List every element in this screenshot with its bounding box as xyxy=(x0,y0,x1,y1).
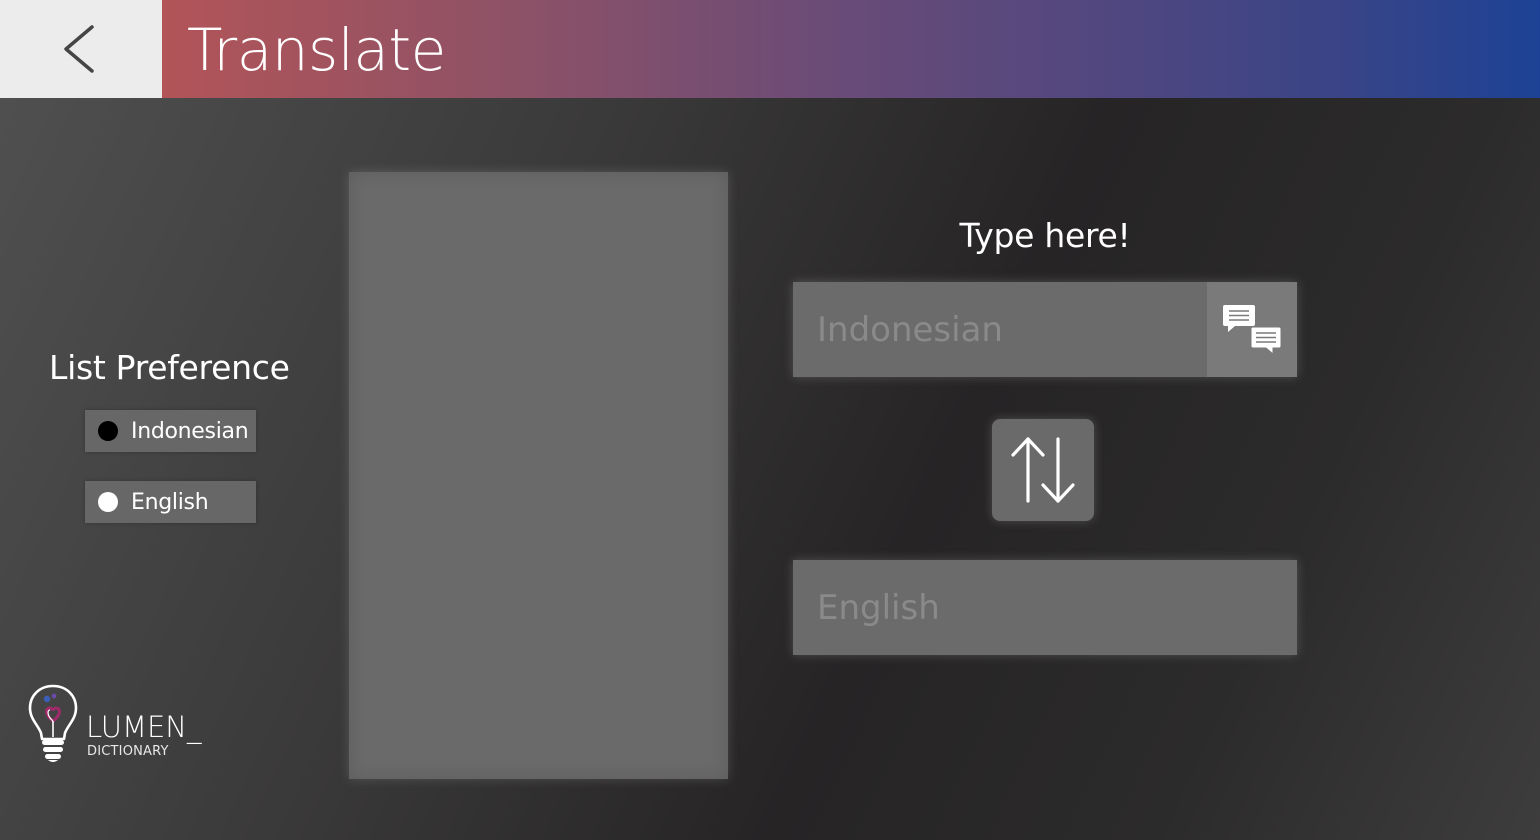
radio-option-indonesian[interactable]: Indonesian xyxy=(85,410,256,452)
source-text-input[interactable] xyxy=(793,282,1207,377)
app-logo: LUMEN_ DICTIONARY xyxy=(27,683,217,765)
swap-arrows-icon xyxy=(1011,437,1075,503)
radio-option-english[interactable]: English xyxy=(85,481,256,523)
radio-unselected-icon xyxy=(98,492,118,512)
target-text-output: English xyxy=(793,560,1297,655)
swap-languages-button[interactable] xyxy=(992,419,1094,521)
list-preference-title: List Preference xyxy=(49,348,290,387)
radio-label: Indonesian xyxy=(131,418,249,444)
lightbulb-icon xyxy=(28,684,78,762)
radio-label: English xyxy=(131,489,209,515)
type-here-label: Type here! xyxy=(959,216,1131,255)
chat-bubbles-icon xyxy=(1223,304,1282,355)
translate-button[interactable] xyxy=(1207,282,1297,377)
app-header: Translate xyxy=(0,0,1540,98)
radio-selected-icon xyxy=(98,421,118,441)
logo-subtitle: DICTIONARY xyxy=(87,744,169,759)
output-placeholder: English xyxy=(817,587,940,628)
word-list-panel[interactable] xyxy=(349,172,728,779)
logo-name: LUMEN_ xyxy=(86,710,202,744)
title-bar: Translate xyxy=(162,0,1540,98)
input-row xyxy=(793,282,1297,377)
page-title: Translate xyxy=(187,16,446,84)
back-button[interactable] xyxy=(0,0,162,98)
chevron-left-icon xyxy=(64,25,94,73)
